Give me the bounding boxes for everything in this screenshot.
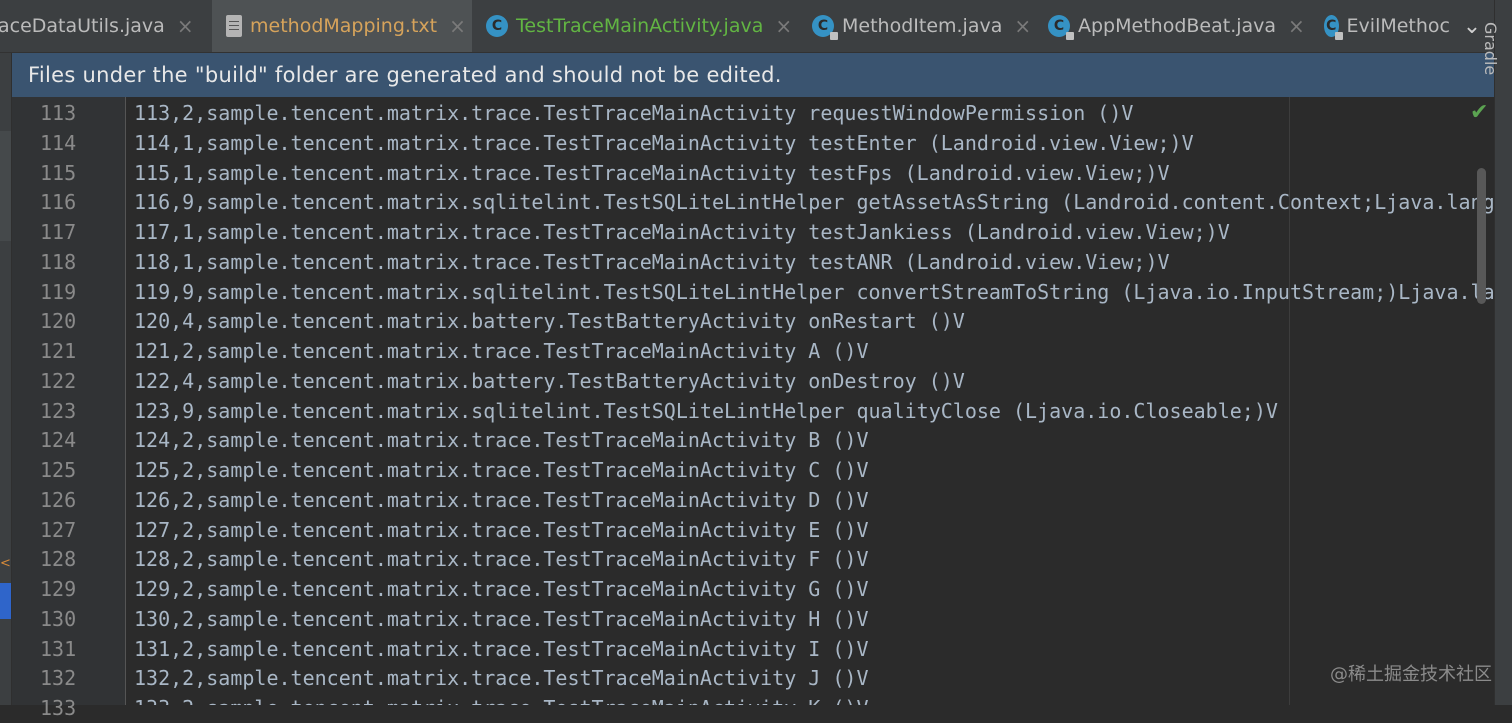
code-line[interactable]: 126,2,sample.tencent.matrix.trace.TestTr…	[134, 485, 869, 515]
line-number: 117	[40, 220, 77, 244]
code-line[interactable]: 119,9,sample.tencent.matrix.sqlitelint.T…	[134, 277, 1494, 307]
line-number: 132	[40, 666, 77, 691]
code-line[interactable]: 116,9,sample.tencent.matrix.sqlitelint.T…	[134, 187, 1494, 217]
code-line[interactable]: 130,2,sample.tencent.matrix.trace.TestTr…	[134, 604, 869, 634]
line-number: 131	[40, 636, 77, 661]
line-number: 118	[40, 249, 77, 274]
code-line[interactable]: 125,2,sample.tencent.matrix.trace.TestTr…	[134, 455, 869, 485]
close-icon[interactable]: ×	[775, 14, 792, 38]
text-file-icon	[226, 15, 242, 37]
class-icon: C	[812, 15, 838, 40]
line-number: 127	[40, 517, 77, 542]
right-tool-strip	[1494, 0, 1512, 705]
code-line[interactable]: 114,1,sample.tencent.matrix.trace.TestTr…	[134, 128, 1194, 158]
tab-label: MethodItem.java	[842, 15, 1003, 37]
code-editor[interactable]: 113,2,sample.tencent.matrix.trace.TestTr…	[126, 97, 1494, 705]
generated-files-banner: Files under the "build" folder are gener…	[12, 53, 1494, 97]
line-number: 124	[40, 428, 77, 453]
line-number: 128	[40, 547, 77, 572]
line-number: 133	[40, 696, 77, 720]
class-icon: C	[1324, 15, 1343, 40]
code-line[interactable]: 115,1,sample.tencent.matrix.trace.TestTr…	[134, 158, 1170, 188]
tab-methoditem[interactable]: C MethodItem.java ×	[812, 0, 1031, 52]
code-line[interactable]: 120,4,sample.tencent.matrix.battery.Test…	[134, 306, 965, 336]
selected-item-highlight[interactable]	[0, 583, 11, 619]
line-number: 115	[40, 160, 77, 185]
line-number: 121	[40, 339, 77, 363]
code-line[interactable]: 124,2,sample.tencent.matrix.trace.TestTr…	[134, 425, 869, 455]
line-number: 126	[40, 487, 77, 512]
code-line[interactable]: 129,2,sample.tencent.matrix.trace.TestTr…	[134, 574, 869, 604]
line-number: 116	[40, 190, 77, 215]
tab-label: methodMapping.txt	[250, 15, 438, 37]
tab-label: aceDataUtils.java	[0, 15, 165, 37]
line-number: 119	[40, 279, 77, 304]
banner-text: Files under the "build" folder are gener…	[28, 63, 782, 87]
code-line[interactable]: 127,2,sample.tencent.matrix.trace.TestTr…	[134, 515, 869, 545]
code-line[interactable]: 121,2,sample.tencent.matrix.trace.TestTr…	[134, 336, 869, 366]
line-number: 123	[40, 398, 77, 423]
tab-label: AppMethodBeat.java	[1078, 15, 1277, 37]
close-icon[interactable]: ×	[177, 14, 194, 38]
tab-evilmethod[interactable]: C EvilMethoc	[1324, 0, 1450, 52]
panel-highlight	[0, 131, 11, 241]
tab-label: TestTraceMainActivity.java	[516, 15, 764, 37]
inspection-ok-icon[interactable]: ✔	[1470, 100, 1488, 125]
line-number: 129	[40, 577, 77, 601]
tab-methodmapping[interactable]: methodMapping.txt ×	[212, 0, 472, 52]
line-number: 114	[40, 130, 77, 155]
code-line[interactable]: 123,9,sample.tencent.matrix.sqlitelint.T…	[134, 396, 1278, 426]
project-panel-edge: <>	[0, 53, 22, 705]
close-icon[interactable]: ×	[1288, 14, 1305, 38]
tab-appmethodbeat[interactable]: C AppMethodBeat.java ×	[1048, 0, 1305, 52]
code-line[interactable]: 128,2,sample.tencent.matrix.trace.TestTr…	[134, 544, 869, 574]
line-number: 125	[40, 458, 77, 482]
line-number: 120	[40, 309, 77, 334]
line-number: 122	[40, 368, 77, 393]
code-line[interactable]: 122,4,sample.tencent.matrix.battery.Test…	[134, 366, 965, 396]
watermark: @稀土掘金技术社区	[1330, 664, 1492, 685]
tab-acedatautils[interactable]: aceDataUtils.java ×	[0, 0, 194, 52]
code-line[interactable]: 131,2,sample.tencent.matrix.trace.TestTr…	[134, 634, 869, 664]
line-number: 130	[40, 606, 77, 631]
code-line[interactable]: 132,2,sample.tencent.matrix.trace.TestTr…	[134, 663, 869, 693]
gradle-tool-tab[interactable]: Gradle	[1481, 22, 1500, 75]
code-line[interactable]: 133,2,sample.tencent.matrix.trace.TestTr…	[134, 693, 869, 705]
class-icon: C	[1048, 15, 1074, 40]
editor-tab-bar: aceDataUtils.java × methodMapping.txt × …	[0, 0, 1494, 53]
scrollbar-thumb[interactable]	[1477, 168, 1486, 304]
code-line[interactable]: 117,1,sample.tencent.matrix.trace.TestTr…	[134, 217, 1230, 247]
tab-testtracemainactivity[interactable]: C TestTraceMainActivity.java ×	[486, 0, 792, 52]
line-number: 113	[40, 101, 77, 125]
code-line[interactable]: 118,1,sample.tencent.matrix.trace.TestTr…	[134, 247, 1170, 277]
class-icon: C	[486, 15, 508, 37]
code-line[interactable]: 113,2,sample.tencent.matrix.trace.TestTr…	[134, 98, 1133, 128]
tab-label: EvilMethoc	[1346, 15, 1450, 37]
close-icon[interactable]: ×	[449, 14, 466, 38]
close-icon[interactable]: ×	[1014, 14, 1031, 38]
